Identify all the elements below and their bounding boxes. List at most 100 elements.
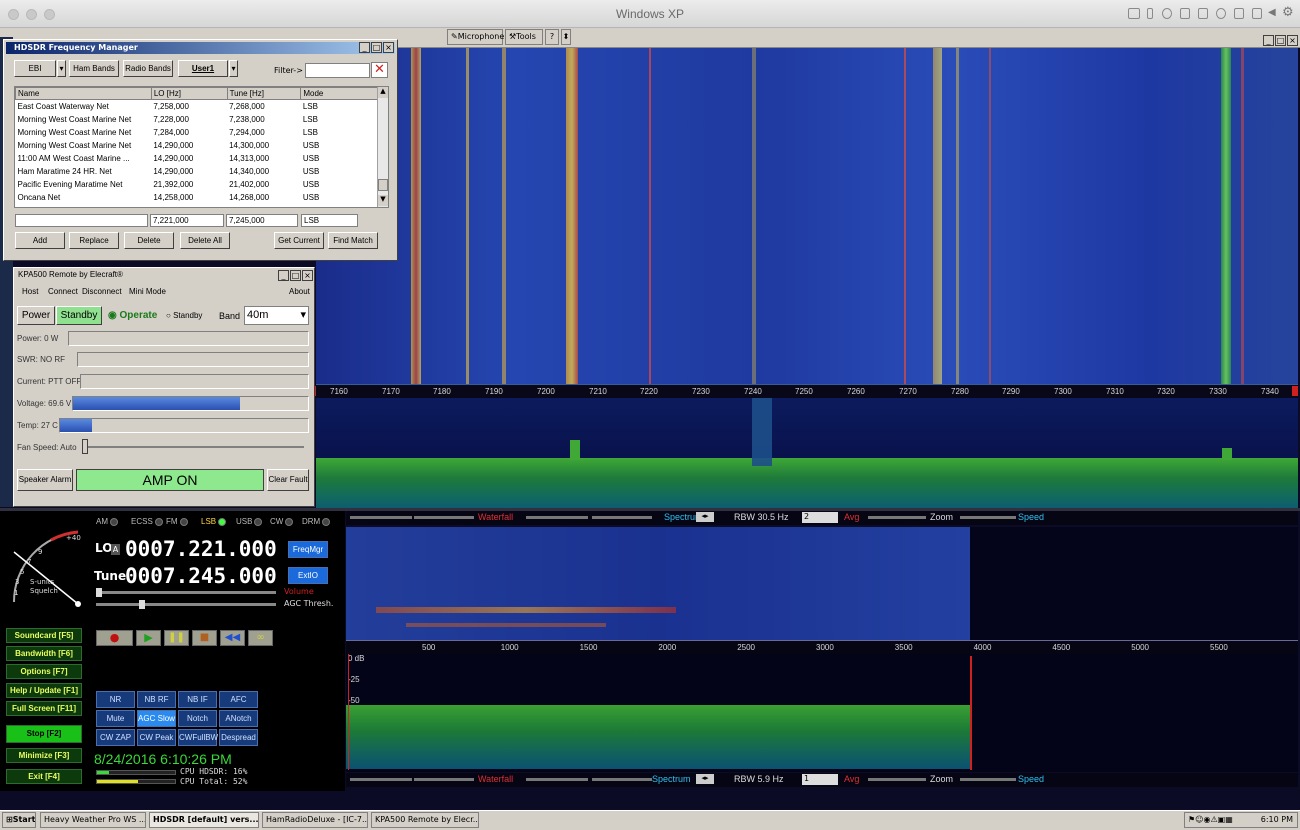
- scroll-thumb[interactable]: [378, 179, 388, 191]
- dsp-despread-button[interactable]: Despread: [219, 729, 258, 746]
- record-button[interactable]: ●: [96, 630, 133, 646]
- scale-right-arrow-icon[interactable]: [1292, 386, 1298, 396]
- zoom-slider[interactable]: [868, 516, 926, 519]
- table-row[interactable]: Oncana Net 14,258,000 14,268,000 USB: [16, 191, 379, 204]
- wf-brightness-slider[interactable]: [414, 516, 474, 519]
- freq-table[interactable]: Name LO [Hz] Tune [Hz] Mode East Coast W…: [14, 86, 389, 208]
- delete-button[interactable]: Delete: [124, 232, 174, 249]
- minimize-button[interactable]: Minimize [F3]: [6, 748, 82, 763]
- edit-mode-input[interactable]: LSB: [301, 214, 358, 227]
- find-match-button[interactable]: Find Match: [328, 232, 378, 249]
- dsp-nb-rf-button[interactable]: NB RF: [137, 691, 176, 708]
- back-arrow-icon[interactable]: ◀: [1268, 7, 1276, 18]
- table-row[interactable]: Morning West Coast Marine Net 7,228,000 7,…: [16, 113, 379, 126]
- ebi-button[interactable]: EBI: [14, 60, 56, 77]
- dsp-notch-button[interactable]: Notch: [178, 710, 217, 727]
- help-update-button[interactable]: Help / Update [F1]: [6, 683, 82, 698]
- wf-brightness-slider[interactable]: [414, 778, 474, 781]
- get-current-button[interactable]: Get Current: [274, 232, 324, 249]
- user1-button[interactable]: User1: [178, 60, 228, 77]
- wf-contrast-slider[interactable]: [350, 516, 412, 519]
- table-row[interactable]: Pacific Evening Maratime Net 21,392,000 21…: [16, 178, 379, 191]
- bandwidth-button[interactable]: Bandwidth [F6]: [6, 646, 82, 661]
- table-row[interactable]: East Coast Waterway Net 7,258,000 7,268,00…: [16, 100, 379, 113]
- tray-icons[interactable]: ⚑☺◉⚠▣▦: [1188, 815, 1233, 824]
- filter-edge[interactable]: [970, 656, 972, 770]
- mic-icon[interactable]: [1147, 8, 1153, 19]
- toolbar-scroll[interactable]: ⬍: [561, 29, 571, 45]
- scroll-up-icon[interactable]: ▲: [378, 87, 388, 98]
- fan-slider-thumb[interactable]: [82, 439, 88, 454]
- add-button[interactable]: Add: [15, 232, 65, 249]
- menu-connect[interactable]: Connect: [48, 285, 78, 299]
- mode-cw-button[interactable]: CW: [270, 515, 294, 529]
- fm-minimize-button[interactable]: _: [359, 42, 370, 53]
- spec-contrast-slider[interactable]: [526, 778, 588, 781]
- delete-all-button[interactable]: Delete All: [180, 232, 230, 249]
- standby-button[interactable]: Standby: [56, 306, 102, 325]
- taskbar-item[interactable]: HamRadioDeluxe - [IC-7...: [262, 812, 368, 828]
- filter-edge-left[interactable]: [348, 654, 349, 770]
- lo-lock-tag[interactable]: A: [111, 544, 120, 555]
- main-minimize-button[interactable]: _: [1263, 35, 1274, 46]
- stop-transport-button[interactable]: ■: [192, 630, 217, 646]
- audio-waterfall[interactable]: [346, 527, 970, 640]
- table-scrollbar[interactable]: ▲ ▼: [377, 87, 388, 207]
- dsp-nr-button[interactable]: NR: [96, 691, 135, 708]
- tune-marker[interactable]: [752, 398, 772, 466]
- fm-maximize-button[interactable]: □: [371, 42, 382, 53]
- rbw-stepper[interactable]: ◂▸: [696, 512, 714, 522]
- kpa-maximize-button[interactable]: □: [290, 270, 301, 281]
- dsp-cw-zap-button[interactable]: CW ZAP: [96, 729, 135, 746]
- record-icon[interactable]: [1162, 8, 1172, 19]
- standby-radio[interactable]: ○ Standby: [166, 311, 202, 320]
- kpa-minimize-button[interactable]: _: [278, 270, 289, 281]
- speaker-alarm-button[interactable]: Speaker Alarm: [17, 469, 73, 491]
- col-name[interactable]: Name: [15, 87, 152, 100]
- agc-thumb[interactable]: [139, 600, 145, 609]
- main-close-button[interactable]: ×: [1287, 35, 1298, 46]
- taskbar-item[interactable]: KPA500 Remote by Elecr...: [371, 812, 479, 828]
- mode-drm-button[interactable]: DRM: [302, 515, 331, 529]
- mode-usb-button[interactable]: USB: [236, 515, 263, 529]
- mode-fm-button[interactable]: FM: [166, 515, 188, 529]
- kpa-close-button[interactable]: ×: [302, 270, 313, 281]
- spec-contrast-slider[interactable]: [526, 516, 588, 519]
- play-button[interactable]: ▶: [136, 630, 161, 646]
- frequency-scale[interactable]: 7160 7170 7180 7190 7200 7210 7220 7230 …: [310, 384, 1298, 398]
- dsp-afc-button[interactable]: AFC: [219, 691, 258, 708]
- tools-button[interactable]: ⚒Tools: [505, 29, 543, 45]
- ebi-dropdown[interactable]: ▾: [57, 60, 66, 77]
- edit-lo-input[interactable]: 7,221,000: [150, 214, 224, 227]
- clear-fault-button[interactable]: Clear Fault: [267, 469, 309, 491]
- scroll-down-icon[interactable]: ▼: [378, 195, 388, 206]
- speed-slider[interactable]: [960, 778, 1016, 781]
- radio-bands-button[interactable]: Radio Bands: [123, 60, 173, 77]
- edit-name-input[interactable]: [15, 214, 148, 227]
- zoom-slider[interactable]: [868, 778, 926, 781]
- col-lo[interactable]: LO [Hz]: [150, 87, 228, 100]
- pause-button[interactable]: ❚❚: [164, 630, 189, 646]
- extio-button[interactable]: ExtIO: [288, 567, 328, 584]
- table-row[interactable]: 11:00 AM West Coast Marine ... 14,290,000…: [16, 152, 379, 165]
- col-tune[interactable]: Tune [Hz]: [226, 87, 302, 100]
- main-maximize-button[interactable]: □: [1275, 35, 1286, 46]
- ham-bands-button[interactable]: Ham Bands: [69, 60, 119, 77]
- tune-frequency[interactable]: 0007.245.000: [125, 564, 277, 588]
- avg-select[interactable]: 1: [802, 774, 838, 785]
- audio-icon[interactable]: [1216, 8, 1226, 19]
- mode-am-button[interactable]: AM: [96, 515, 118, 529]
- col-mode[interactable]: Mode: [300, 87, 379, 100]
- operate-radio[interactable]: ◉ Operate: [108, 310, 157, 321]
- menu-disconnect[interactable]: Disconnect: [82, 285, 122, 299]
- volume-slider[interactable]: [96, 588, 276, 597]
- spec-brightness-slider[interactable]: [592, 516, 652, 519]
- user1-dropdown[interactable]: ▾: [229, 60, 238, 77]
- loop-button[interactable]: ∞: [248, 630, 273, 646]
- dsp-cwfullbw-button[interactable]: CWFullBW: [178, 729, 218, 746]
- edit-tune-input[interactable]: 7,245,000: [226, 214, 298, 227]
- menu-mini-mode[interactable]: Mini Mode: [129, 285, 166, 299]
- gear-icon[interactable]: ⚙: [1282, 5, 1294, 20]
- avg-select[interactable]: 2: [802, 512, 838, 523]
- main-waterfall[interactable]: [316, 48, 1298, 384]
